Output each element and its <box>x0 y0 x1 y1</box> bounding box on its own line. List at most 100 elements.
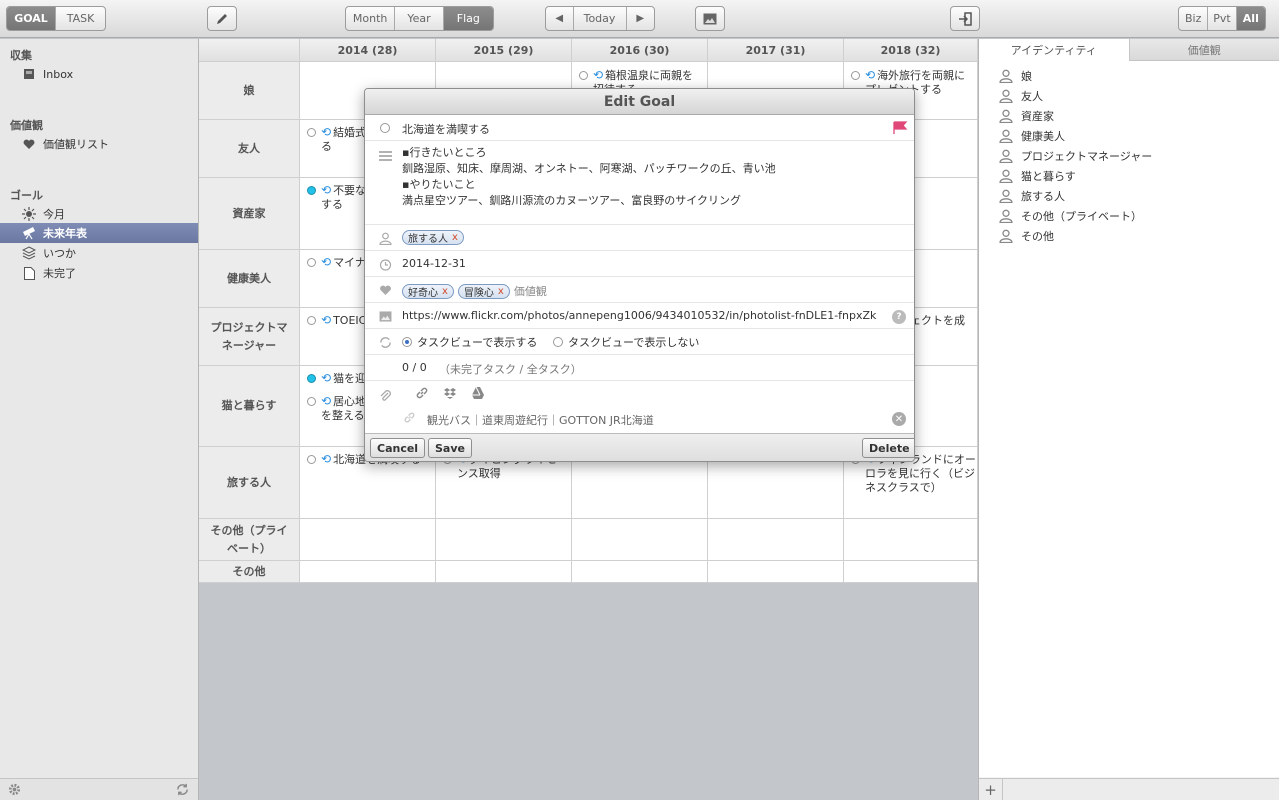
sidebar-footer <box>0 778 198 800</box>
task-count-label: （未完了タスク / 全タスク） <box>439 363 582 376</box>
image-button[interactable] <box>695 6 725 31</box>
value-tag[interactable]: 好奇心 x <box>402 283 454 299</box>
gear-icon[interactable] <box>8 783 21 796</box>
identity-row-header: 資産家 <box>199 178 300 250</box>
attached-link[interactable]: 観光バス｜道東周遊紀行｜GOTTON JR北海道 <box>427 412 654 428</box>
image-row: https://www.flickr.com/photos/annepeng10… <box>365 303 914 329</box>
sidebar-item-this-month[interactable]: 今月 <box>0 204 198 224</box>
next-button[interactable]: ▶ <box>627 7 654 30</box>
tab-values[interactable]: 価値観 <box>1128 39 1279 61</box>
task-mode-button[interactable]: TASK <box>56 7 105 30</box>
google-drive-icon[interactable] <box>471 386 485 403</box>
year-view-button[interactable]: Year <box>395 7 444 30</box>
delete-button[interactable]: Delete <box>862 438 914 458</box>
taskview-show-option[interactable]: タスクビューで表示する <box>402 334 537 350</box>
grid-cell[interactable] <box>572 519 708 561</box>
identity-item[interactable]: その他 <box>999 226 1054 246</box>
task-count: 0 / 0 <box>402 361 427 374</box>
goal-title-field[interactable]: 北海道を満喫する <box>402 121 490 137</box>
cancel-button[interactable]: Cancel <box>370 438 426 458</box>
sidebar-item-future-chronology[interactable]: 未来年表 <box>0 223 198 243</box>
grid-cell[interactable] <box>844 561 978 583</box>
year-header: 2016 (30) <box>572 39 708 62</box>
tab-identity[interactable]: アイデンティティ <box>979 39 1129 61</box>
identity-item[interactable]: 娘 <box>999 66 1032 86</box>
add-button[interactable]: + <box>979 779 1003 800</box>
save-button[interactable]: Save <box>428 438 472 458</box>
goal-mode-button[interactable]: GOAL <box>7 7 57 30</box>
person-icon <box>999 209 1013 223</box>
clear-icon[interactable]: ✕ <box>892 412 906 426</box>
sync-icon[interactable] <box>176 783 189 796</box>
triangle-right-icon: ▶ <box>636 13 645 24</box>
identity-item[interactable]: 健康美人 <box>999 126 1065 146</box>
person-icon <box>999 169 1013 183</box>
notes-field[interactable]: ▪行きたいところ 釧路湿原、知床、摩周湖、オンネトー、阿寒湖、パッチワークの丘、… <box>402 145 776 209</box>
document-icon <box>23 266 35 280</box>
scope-switch: Biz Pvt All <box>1178 6 1266 31</box>
toolbar: GOAL TASK Month Year Flag ◀ Today ▶ Biz … <box>0 0 1279 38</box>
mode-switch: GOAL TASK <box>6 6 106 31</box>
grid-cell[interactable] <box>436 519 572 561</box>
person-icon <box>999 129 1013 143</box>
grid-cell[interactable] <box>300 519 436 561</box>
values-input[interactable]: 価値観 <box>514 283 547 299</box>
identity-item[interactable]: その他（プライベート） <box>999 206 1142 226</box>
identity-tag[interactable]: 旅する人 x <box>402 230 464 245</box>
lines-icon <box>378 151 392 161</box>
grid-cell[interactable] <box>844 519 978 561</box>
prev-button[interactable]: ◀ <box>546 7 574 30</box>
help-icon[interactable]: ? <box>892 310 906 324</box>
value-tags: 好奇心 x 冒険心 x 価値観 <box>402 283 547 299</box>
today-button[interactable]: Today <box>574 7 627 30</box>
due-date-field[interactable]: 2014-12-31 <box>402 257 466 270</box>
remove-tag-icon[interactable]: x <box>452 232 458 243</box>
sidebar-item-incomplete[interactable]: 未完了 <box>0 263 198 283</box>
right-tabs: アイデンティティ 価値観 <box>979 39 1279 61</box>
biz-filter-button[interactable]: Biz <box>1179 7 1209 30</box>
notes-line: 満点星空ツアー、釧路川源流のカヌーツアー、富良野のサイクリング <box>402 194 742 207</box>
sidebar-item-inbox[interactable]: Inbox <box>0 64 198 84</box>
edit-button[interactable] <box>207 6 237 31</box>
identity-item[interactable]: プロジェクトマネージャー <box>999 146 1152 166</box>
remove-tag-icon[interactable]: x <box>442 286 448 297</box>
identity-item[interactable]: 旅する人 <box>999 186 1065 206</box>
taskview-hide-option[interactable]: タスクビューで表示しない <box>553 334 699 350</box>
grid-cell[interactable] <box>572 561 708 583</box>
triangle-left-icon: ◀ <box>555 13 564 24</box>
grid-cell[interactable] <box>708 519 844 561</box>
checkbox-icon[interactable] <box>380 123 390 133</box>
taskview-row: タスクビューで表示する タスクビューで表示しない <box>365 329 914 355</box>
identity-row-header: 旅する人 <box>199 447 300 519</box>
identity-label: その他（プライベート） <box>1021 210 1142 223</box>
sidebar-item-someday[interactable]: いつか <box>0 243 198 263</box>
telescope-icon <box>23 227 35 240</box>
notes-line: ▪やりたいこと <box>402 178 476 191</box>
remove-tag-icon[interactable]: x <box>498 286 504 297</box>
dropbox-icon[interactable] <box>443 386 457 403</box>
grid-cell[interactable] <box>300 561 436 583</box>
flag-icon[interactable] <box>892 121 908 135</box>
right-panel: アイデンティティ 価値観 娘友人 資産家 健康美人 プロジェクトマネージャー 猫と暮らす… <box>978 39 1279 800</box>
year-header: 2017 (31) <box>708 39 844 62</box>
link-icon[interactable] <box>415 386 429 403</box>
value-tag[interactable]: 冒険心 x <box>457 283 510 299</box>
grid-cell[interactable] <box>436 561 572 583</box>
all-filter-button[interactable]: All <box>1236 7 1265 30</box>
sidebar-item-values-list[interactable]: 価値観リスト <box>0 134 198 154</box>
identity-item[interactable]: 資産家 <box>999 106 1054 126</box>
identity-item[interactable]: 友人 <box>999 86 1043 106</box>
person-icon <box>999 89 1013 103</box>
export-button[interactable] <box>950 6 980 31</box>
month-view-button[interactable]: Month <box>346 7 396 30</box>
image-url-field[interactable]: https://www.flickr.com/photos/annepeng10… <box>402 309 884 322</box>
corner-header <box>199 39 300 62</box>
identity-item[interactable]: 猫と暮らす <box>999 166 1076 186</box>
plus-icon: + <box>984 780 997 799</box>
grid-cell[interactable] <box>708 561 844 583</box>
identity-row-header: 娘 <box>199 62 300 120</box>
pvt-filter-button[interactable]: Pvt <box>1208 7 1237 30</box>
task-count-row: 0 / 0 （未完了タスク / 全タスク） <box>365 355 914 381</box>
dialog-title: Edit Goal <box>365 89 914 115</box>
flag-view-button[interactable]: Flag <box>443 7 493 30</box>
